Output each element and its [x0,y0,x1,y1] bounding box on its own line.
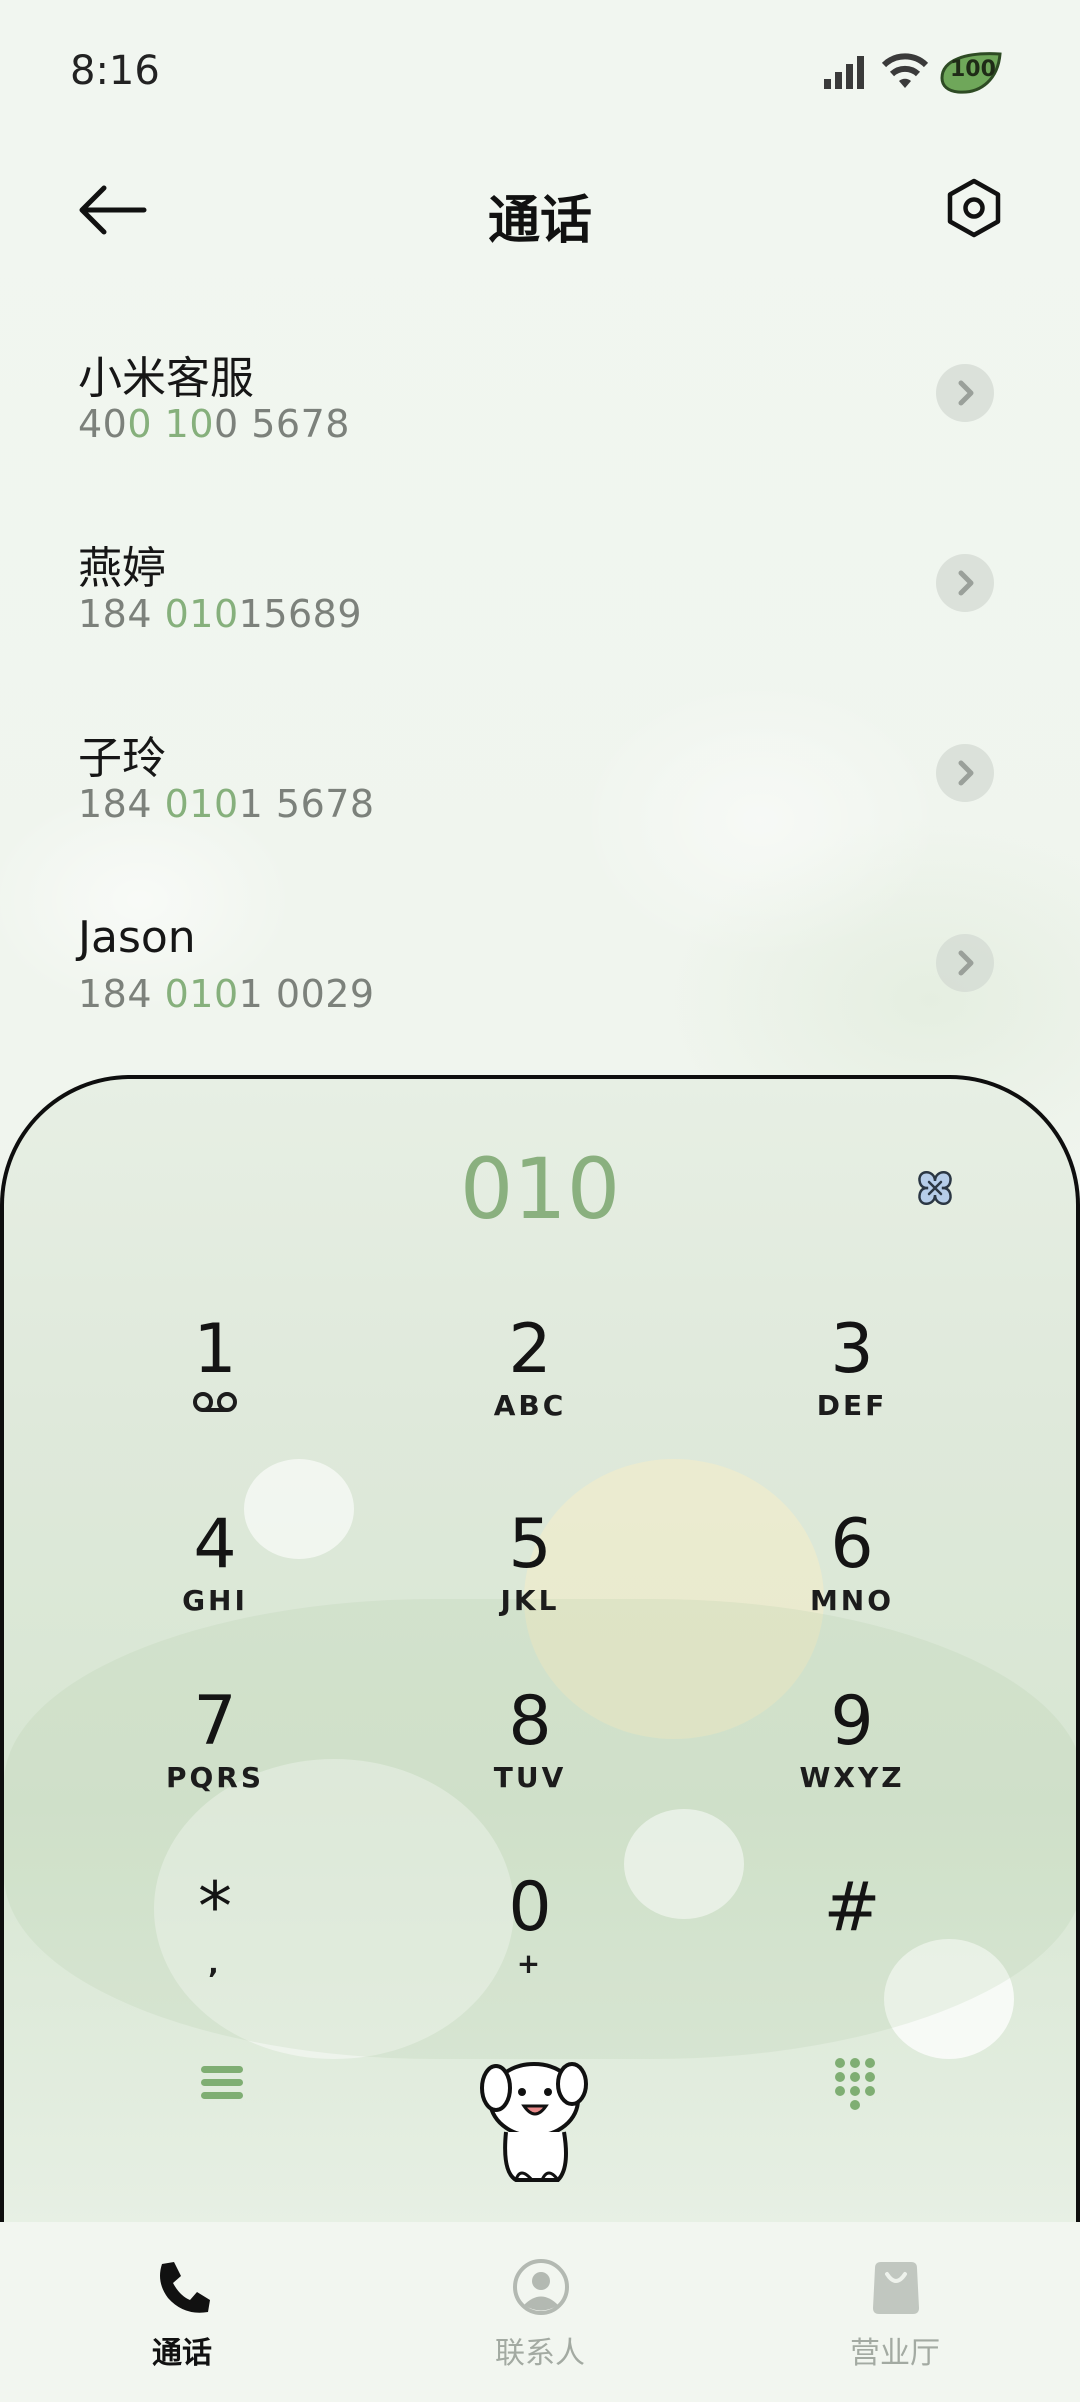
contact-number: 184 0101 0029 [78,972,375,1016]
contact-name: 子玲 [78,733,166,784]
nav-label: 营业厅 [850,2336,940,2371]
dialpad-toggle-icon[interactable] [832,2055,878,2113]
dial-call-dog-icon[interactable] [472,2040,602,2190]
list-item[interactable]: Jason 184 0101 0029 [0,912,1080,1092]
wifi-icon [881,53,929,88]
list-item[interactable]: 燕婷 184 01015689 [0,532,1080,712]
voicemail-icon [193,1392,237,1412]
key-0[interactable]: 0 + [430,1868,630,2018]
key-2[interactable]: 2 ABC [430,1310,630,1460]
contact-detail-button[interactable] [936,744,994,802]
battery-level: 100 [950,57,996,82]
key-4[interactable]: 4 GHI [115,1505,315,1655]
contact-name: 小米客服 [78,353,254,404]
list-item[interactable]: 子玲 184 0101 5678 [0,722,1080,902]
nav-calls[interactable]: 通话 [72,2222,292,2402]
key-1[interactable]: 1 [115,1310,315,1460]
battery-leaf-icon: 100 [936,48,1006,96]
clear-input-icon[interactable] [912,1165,958,1211]
phone-icon [160,2262,210,2313]
key-star[interactable]: * , [115,1868,315,2018]
key-5[interactable]: 5 JKL [430,1505,630,1655]
key-8[interactable]: 8 TUV [430,1682,630,1832]
chevron-right-icon [958,570,974,596]
contact-icon [513,2259,569,2315]
contact-number: 400 100 5678 [78,402,350,446]
key-7[interactable]: 7 PQRS [115,1682,315,1832]
menu-icon[interactable] [199,2060,245,2106]
chevron-right-icon [958,380,974,406]
contact-number: 184 01015689 [78,592,363,636]
contact-name: Jason [78,912,196,963]
contact-detail-button[interactable] [936,934,994,992]
page-title: 通话 [487,191,592,251]
settings-hexagon-icon[interactable] [944,178,1004,238]
contact-number: 184 0101 5678 [78,782,375,826]
signal-icon [824,56,864,89]
nav-label: 联系人 [495,2336,585,2371]
key-9[interactable]: 9 WXYZ [752,1682,952,1832]
contact-name: 燕婷 [78,543,166,594]
nav-contacts[interactable]: 联系人 [430,2222,650,2402]
bottom-nav: 通话 联系人 营业厅 [0,2222,1080,2402]
status-time: 8:16 [70,48,160,94]
contact-detail-button[interactable] [936,364,994,422]
chevron-right-icon [958,950,974,976]
nav-label: 通话 [152,2336,212,2371]
status-bar: 8:16 100 [0,0,1080,150]
key-hash[interactable]: # [752,1868,952,2018]
key-6[interactable]: 6 MNO [752,1505,952,1655]
shopping-bag-icon [873,2262,919,2314]
list-item[interactable]: 小米客服 400 100 5678 [0,342,1080,522]
nav-service-hall[interactable]: 营业厅 [785,2222,1005,2402]
contact-detail-button[interactable] [936,554,994,612]
chevron-right-icon [958,760,974,786]
key-3[interactable]: 3 DEF [752,1310,952,1460]
